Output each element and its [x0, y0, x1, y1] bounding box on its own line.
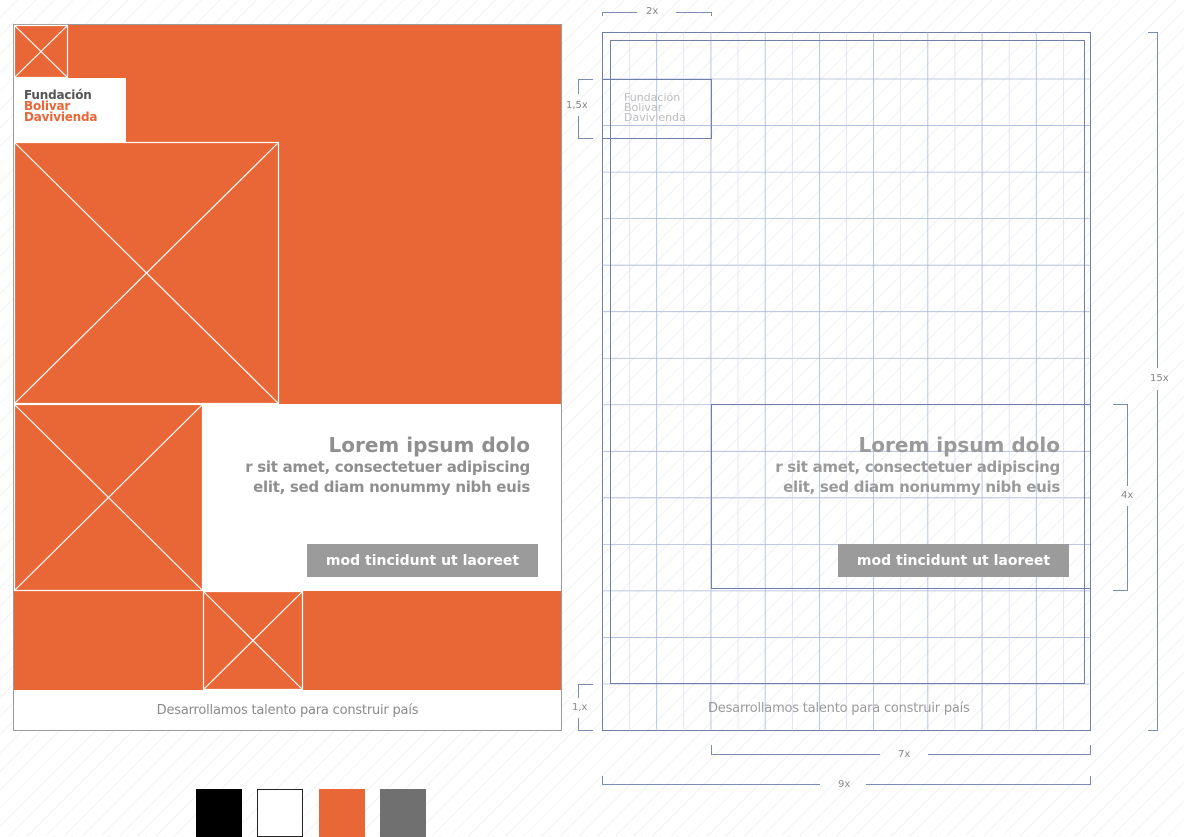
dim-label-content-height: 4x [1121, 490, 1134, 501]
grid-headline-line-3: elit, sed diam nonummy nibh euis [783, 478, 1060, 496]
margin-outline [610, 40, 1085, 684]
swatch-gray [380, 789, 426, 837]
grid-logo-line-3: Davivienda [624, 111, 686, 124]
dimension-markers [578, 12, 1158, 785]
grid-headline-title: Lorem ipsum dolo [858, 433, 1060, 457]
grid-logo-ghost: Fundación Bolivar Davivienda [624, 92, 686, 124]
dim-label-total-height: 15x [1150, 373, 1169, 384]
grid-headline: Lorem ipsum dolo r sit amet, consectetue… [744, 433, 1060, 497]
dim-label-content-width: 7x [898, 749, 911, 760]
grid-headline-line-2: r sit amet, consectetuer adipiscing [775, 458, 1060, 476]
dim-label-footer-height: 1,x [572, 702, 588, 713]
swatch-orange [319, 789, 365, 837]
grid-svg [578, 12, 1158, 785]
grid-tagline: Desarrollamos talento para construir paí… [708, 701, 970, 716]
dim-label-total-width: 9x [838, 779, 851, 790]
swatch-black [196, 789, 242, 837]
grid-lines [602, 32, 1091, 731]
grid-cta: mod tincidunt ut laoreet [838, 544, 1069, 577]
dim-label-top-width: 2x [646, 6, 659, 17]
dim-label-logo-height: 1,5x [566, 100, 588, 111]
swatch-white [257, 789, 303, 837]
grid-diagram: Fundación Bolivar Davivienda Lorem ipsum… [0, 0, 1184, 836]
